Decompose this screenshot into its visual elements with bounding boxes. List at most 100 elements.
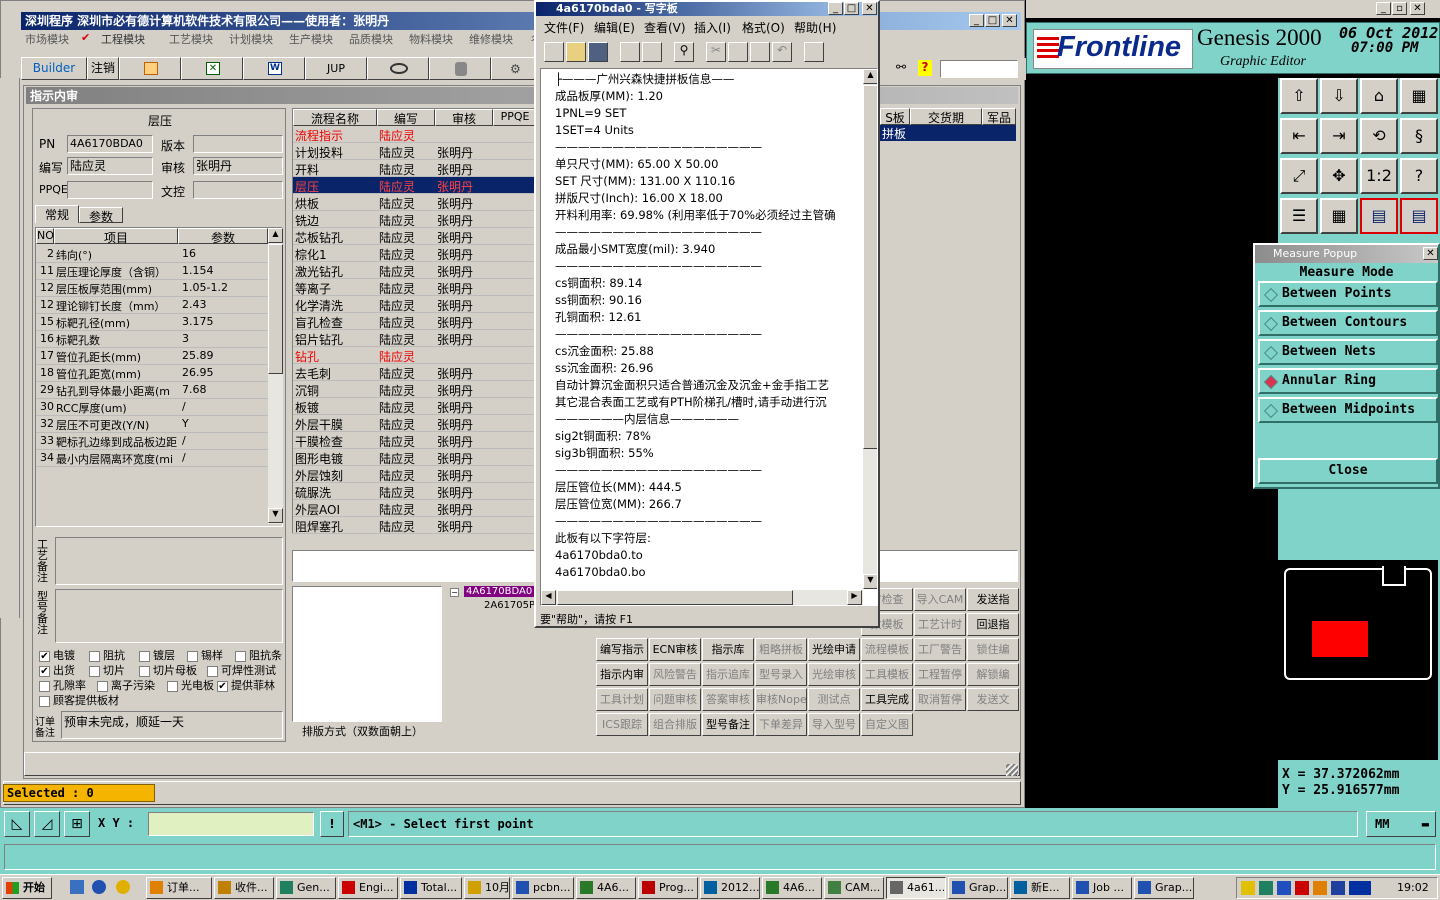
cut-icon[interactable]: ✂ <box>706 42 726 62</box>
action-button[interactable]: 工艺计时 <box>914 613 966 636</box>
option-checkbox[interactable]: 孔隙率 <box>39 677 86 693</box>
measure-option[interactable]: Between Points <box>1258 281 1438 307</box>
menu-plan[interactable]: 计划模块 <box>229 31 273 47</box>
checkbox-box[interactable] <box>139 650 150 662</box>
param-row[interactable]: 12 理论铆钉长度（mm） 2.43 <box>36 297 268 314</box>
param-row[interactable]: 29 钻孔到导体最小距离(m 7.68 <box>36 382 268 399</box>
rotate-icon[interactable]: § <box>1400 118 1438 154</box>
param-row[interactable]: 32 层压不可更改(Y/N) Y <box>36 416 268 433</box>
taskbar-item[interactable]: CAM... <box>824 877 884 899</box>
param-row[interactable]: 18 管位孔距宽(mm) 26.95 <box>36 365 268 382</box>
wordpad-close-button[interactable]: ✕ <box>862 2 877 15</box>
logout-button[interactable]: 注销 <box>87 57 119 80</box>
process-row[interactable]: 流程指示 陆应灵 <box>293 126 535 143</box>
units-dropdown[interactable]: MM ▬ <box>1366 811 1436 837</box>
taskbar-item[interactable]: 4A6... <box>576 877 636 899</box>
export-icon[interactable]: ⇥ <box>1320 118 1358 154</box>
wp-hscroll-thumb[interactable] <box>557 590 793 605</box>
measure-option[interactable]: Between Midpoints <box>1258 397 1438 423</box>
checkbox-box[interactable]: ✔ <box>217 680 228 692</box>
option-checkbox[interactable]: 切片 <box>89 662 125 678</box>
menu-production[interactable]: 生产模块 <box>289 31 333 47</box>
warning-icon[interactable]: ! <box>320 811 344 837</box>
action-button[interactable]: 审核Nope <box>755 688 807 711</box>
checkbox-box[interactable] <box>39 680 50 692</box>
tools-icon[interactable]: ⚙ <box>491 57 539 80</box>
param-row[interactable]: 34 最小内层隔离环宽度(mi / <box>36 450 268 467</box>
taskbar-item[interactable]: Engi... <box>338 877 398 899</box>
wp-scroll-thumb[interactable] <box>863 85 877 449</box>
action-button[interactable]: 指示内审 <box>596 663 648 686</box>
menu-market[interactable]: 市场模块 <box>25 31 69 47</box>
measure-option[interactable]: Annular Ring <box>1258 368 1438 394</box>
taskbar-item[interactable]: Total... <box>400 877 462 899</box>
menu-maintenance[interactable]: 维修模块 <box>469 31 513 47</box>
word-icon[interactable]: W <box>243 57 305 80</box>
jup-button[interactable]: JUP <box>305 57 367 80</box>
action-button[interactable]: 解锁编 <box>967 663 1019 686</box>
taskbar-item[interactable]: 收件... <box>214 877 274 899</box>
taskbar-item[interactable]: 2012... <box>700 877 760 899</box>
open-icon[interactable] <box>566 42 586 62</box>
ppqe-field[interactable] <box>67 181 153 199</box>
process-row[interactable]: 铣边 陆应灵 张明丹 <box>293 211 535 228</box>
param-row[interactable]: 17 管位孔距长(mm) 25.89 <box>36 348 268 365</box>
menu-quality[interactable]: 品质模块 <box>349 31 393 47</box>
action-button[interactable]: 工具计划 <box>596 688 648 711</box>
order-note-field[interactable]: 预审未完成，顺延一天 <box>61 711 283 739</box>
find-icon[interactable]: ⚲ <box>674 42 694 62</box>
main-maximize-button[interactable]: □ <box>985 14 1000 27</box>
param-row[interactable]: 33 靶标孔边缘到成品板边距 / <box>36 433 268 450</box>
wp-menu-file[interactable]: 文件(F) <box>544 19 584 36</box>
scroll-down-icon[interactable]: ▼ <box>268 508 283 523</box>
home-icon[interactable]: ⌂ <box>1360 78 1398 114</box>
component-red-alt-icon[interactable]: ▤ <box>1400 198 1438 234</box>
taskbar-item[interactable]: pcbn... <box>512 877 574 899</box>
quicklaunch-media-icon[interactable] <box>116 880 130 894</box>
option-checkbox[interactable]: 切片母板 <box>139 662 197 678</box>
undo-icon[interactable]: ↶ <box>772 42 792 62</box>
zoom-fit-icon[interactable]: ◺ <box>4 811 30 837</box>
binoculars-icon[interactable]: ⚯ <box>896 60 906 74</box>
action-button[interactable]: 回退指 <box>967 613 1019 636</box>
main-minimize-button[interactable]: _ <box>969 14 984 27</box>
taskbar-item[interactable]: Gen... <box>276 877 336 899</box>
taskbar-item[interactable]: Grap... <box>948 877 1008 899</box>
save-icon[interactable] <box>588 42 608 62</box>
eye-icon[interactable] <box>367 57 429 80</box>
process-row[interactable]: 芯板钻孔 陆应灵 张明丹 <box>293 228 535 245</box>
process-row[interactable]: 钻孔 陆应灵 <box>293 347 535 364</box>
wp-scroll-left-icon[interactable]: ◀ <box>541 590 556 605</box>
checkbox-box[interactable] <box>235 650 246 662</box>
taskbar-item[interactable]: 新E... <box>1010 877 1070 899</box>
action-button[interactable]: 流程模板 <box>861 638 913 661</box>
process-row[interactable]: 烘板 陆应灵 张明丹 <box>293 194 535 211</box>
checkbox-box[interactable] <box>207 665 218 677</box>
process-row[interactable]: 化学清洗 陆应灵 张明丹 <box>293 296 535 313</box>
download-icon[interactable]: ⇩ <box>1320 78 1358 114</box>
tree-child[interactable]: 2A61705P <box>484 600 535 611</box>
process-row[interactable]: 激光钻孔 陆应灵 张明丹 <box>293 262 535 279</box>
process-row[interactable]: 干膜检查 陆应灵 张明丹 <box>293 432 535 449</box>
version-field[interactable] <box>193 135 283 153</box>
measure-option[interactable]: Between Contours <box>1258 310 1438 336</box>
reviewer-field[interactable]: 张明丹 <box>193 157 283 175</box>
database-icon[interactable] <box>429 57 491 80</box>
wp-scroll-right-icon[interactable]: ▶ <box>847 590 862 605</box>
option-checkbox[interactable]: 锡样 <box>187 647 223 663</box>
process-row[interactable]: 铝片钻孔 陆应灵 张明丹 <box>293 330 535 347</box>
checkbox-box[interactable] <box>97 680 108 692</box>
checkbox-box[interactable] <box>89 665 100 677</box>
genesis-restore-button[interactable]: ▫ <box>1392 2 1407 15</box>
scale-icon[interactable]: 1:2 <box>1360 158 1398 194</box>
wp-menu-help[interactable]: 帮助(H) <box>794 19 836 36</box>
menu-process[interactable]: 工艺模块 <box>169 31 213 47</box>
taskbar-item[interactable]: 订单... <box>146 877 212 899</box>
action-button[interactable]: 测试点 <box>808 688 860 711</box>
process-note-field[interactable] <box>55 537 283 585</box>
action-button[interactable]: 风险警告 <box>649 663 701 686</box>
taskbar-item[interactable]: 4A6... <box>762 877 822 899</box>
param-row[interactable]: 30 RCC厚度(um) / <box>36 399 268 416</box>
option-checkbox[interactable]: 离子污染 <box>97 677 155 693</box>
print-icon[interactable] <box>620 42 640 62</box>
